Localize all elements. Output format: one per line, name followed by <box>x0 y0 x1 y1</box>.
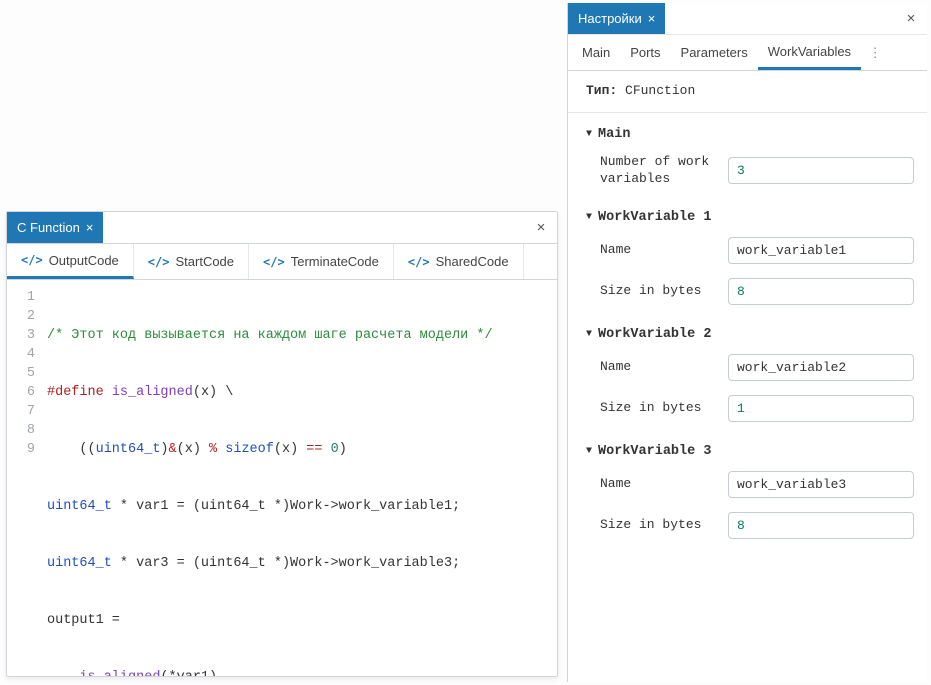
section-workvariable-2: ▼ WorkVariable 2 Name Size in bytes <box>586 327 909 422</box>
tab-label: WorkVariables <box>768 44 851 59</box>
tab-label: StartCode <box>175 254 234 269</box>
close-icon[interactable]: × <box>648 11 656 26</box>
num-work-variables-input[interactable] <box>728 157 914 184</box>
section-main: ▼ Main Number of work variables <box>586 127 909 188</box>
tab-main[interactable]: Main <box>572 35 620 70</box>
wv3-name-input[interactable] <box>728 471 914 498</box>
section-title: WorkVariable 1 <box>598 210 711 225</box>
spacer <box>665 3 895 34</box>
window-close-button[interactable]: × <box>525 212 557 243</box>
line-number: 2 <box>7 307 35 326</box>
tab-outputcode[interactable]: </> OutputCode <box>7 244 134 279</box>
settings-tabs: Main Ports Parameters WorkVariables ⋮ <box>568 35 927 71</box>
section-header[interactable]: ▼ WorkVariable 2 <box>586 327 909 342</box>
code-icon: </> <box>408 255 430 269</box>
section-title: Main <box>598 127 630 142</box>
wv1-name-input[interactable] <box>728 237 914 264</box>
line-number: 1 <box>7 288 35 307</box>
settings-body: ▼ Main Number of work variables ▼ WorkVa… <box>568 113 927 682</box>
chevron-down-icon: ▼ <box>586 212 592 223</box>
section-title: WorkVariable 3 <box>598 444 711 459</box>
tab-startcode[interactable]: </> StartCode <box>134 244 249 279</box>
tab-terminatecode[interactable]: </> TerminateCode <box>249 244 394 279</box>
code-line: /* Этот код вызывается на каждом шаге ра… <box>47 326 557 345</box>
code-line: output1 = <box>47 611 557 630</box>
field-row: Number of work variables <box>600 154 909 188</box>
code-window-tab[interactable]: C Function × <box>7 212 103 243</box>
field-row: Size in bytes <box>600 512 909 539</box>
line-number: 5 <box>7 364 35 383</box>
field-row: Size in bytes <box>600 278 909 305</box>
line-number: 6 <box>7 383 35 402</box>
more-icon[interactable]: ⋮ <box>861 35 889 70</box>
section-header[interactable]: ▼ WorkVariable 3 <box>586 444 909 459</box>
code-line: ((uint64_t)&(x) % sizeof(x) == 0) <box>47 440 557 459</box>
section-header[interactable]: ▼ WorkVariable 1 <box>586 210 909 225</box>
code-line: uint64_t * var1 = (uint64_t *)Work->work… <box>47 497 557 516</box>
field-row: Name <box>600 237 909 264</box>
chevron-down-icon: ▼ <box>586 129 592 140</box>
tab-sharedcode[interactable]: </> SharedCode <box>394 244 524 279</box>
settings-title-tab[interactable]: Настройки × <box>568 3 665 34</box>
spacer <box>103 212 525 243</box>
line-number: 8 <box>7 421 35 440</box>
section-workvariable-3: ▼ WorkVariable 3 Name Size in bytes <box>586 444 909 539</box>
code-lines[interactable]: /* Этот код вызывается на каждом шаге ра… <box>43 280 557 676</box>
line-number: 7 <box>7 402 35 421</box>
field-label: Size in bytes <box>600 400 728 417</box>
tab-label: OutputCode <box>49 253 119 268</box>
field-row: Name <box>600 354 909 381</box>
code-line: uint64_t * var3 = (uint64_t *)Work->work… <box>47 554 557 573</box>
code-line: #define is_aligned(x) \ <box>47 383 557 402</box>
tab-label: Parameters <box>681 45 748 60</box>
settings-titlebar: Настройки × × <box>568 3 927 35</box>
close-icon[interactable]: × <box>86 220 94 235</box>
field-label: Name <box>600 242 728 259</box>
field-row: Size in bytes <box>600 395 909 422</box>
field-row: Name <box>600 471 909 498</box>
tab-workvariables[interactable]: WorkVariables <box>758 35 861 70</box>
code-line: is_aligned(*var1) <box>47 668 557 676</box>
tab-parameters[interactable]: Parameters <box>671 35 758 70</box>
section-title: WorkVariable 2 <box>598 327 711 342</box>
line-gutter: 1 2 3 4 5 6 7 8 9 <box>7 280 43 676</box>
code-icon: </> <box>148 255 170 269</box>
wv2-size-input[interactable] <box>728 395 914 422</box>
code-window-title: C Function <box>17 220 80 235</box>
field-label: Size in bytes <box>600 517 728 534</box>
type-label: Тип: <box>586 83 617 98</box>
wv3-size-input[interactable] <box>728 512 914 539</box>
field-label: Number of work variables <box>600 154 728 188</box>
code-titlebar: C Function × × <box>7 212 557 244</box>
tab-label: SharedCode <box>436 254 509 269</box>
tab-ports[interactable]: Ports <box>620 35 670 70</box>
tab-label: TerminateCode <box>291 254 379 269</box>
type-value: CFunction <box>625 83 695 98</box>
line-number: 4 <box>7 345 35 364</box>
settings-title: Настройки <box>578 11 642 26</box>
wv1-size-input[interactable] <box>728 278 914 305</box>
code-editor[interactable]: 1 2 3 4 5 6 7 8 9 /* Этот код вызывается… <box>7 280 557 676</box>
tab-label: Main <box>582 45 610 60</box>
line-number: 3 <box>7 326 35 345</box>
line-number: 9 <box>7 440 35 459</box>
chevron-down-icon: ▼ <box>586 446 592 457</box>
wv2-name-input[interactable] <box>728 354 914 381</box>
field-label: Name <box>600 476 728 493</box>
code-window: C Function × × </> OutputCode </> StartC… <box>6 211 558 677</box>
tab-label: Ports <box>630 45 660 60</box>
section-header[interactable]: ▼ Main <box>586 127 909 142</box>
field-label: Size in bytes <box>600 283 728 300</box>
field-label: Name <box>600 359 728 376</box>
panel-close-button[interactable]: × <box>895 3 927 34</box>
chevron-down-icon: ▼ <box>586 329 592 340</box>
code-tabs: </> OutputCode </> StartCode </> Termina… <box>7 244 557 280</box>
settings-panel: Настройки × × Main Ports Parameters Work… <box>567 3 927 682</box>
section-workvariable-1: ▼ WorkVariable 1 Name Size in bytes <box>586 210 909 305</box>
code-icon: </> <box>21 253 43 267</box>
code-icon: </> <box>263 255 285 269</box>
type-row: Тип: CFunction <box>568 71 927 113</box>
